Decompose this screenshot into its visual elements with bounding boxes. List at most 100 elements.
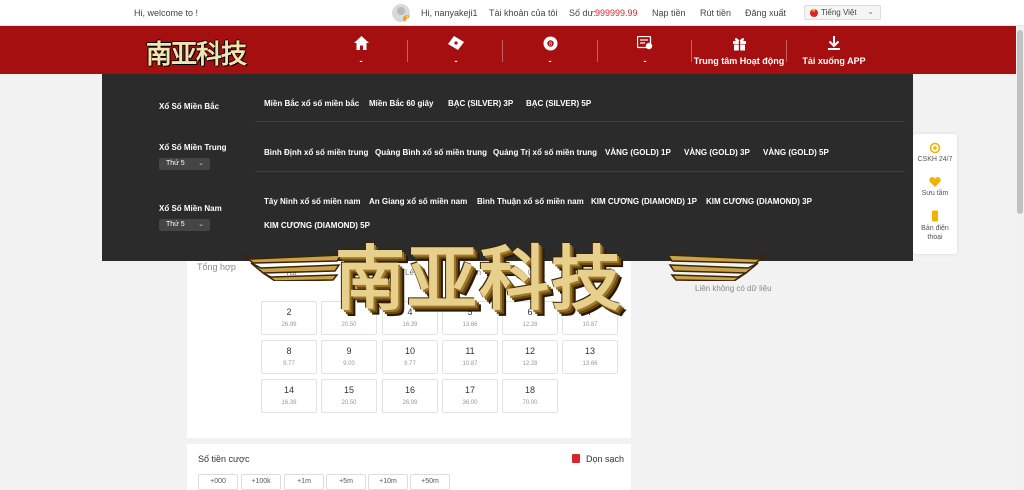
amount-chip[interactable]: +000 — [198, 474, 238, 490]
deposit-link[interactable]: Nạp tiền — [652, 8, 686, 18]
tile-odds: 10.87 — [462, 361, 478, 367]
avatar-badge: 1 — [403, 15, 410, 22]
nav-lottery-card[interactable]: - — [597, 26, 693, 74]
lottery-link[interactable]: VÀNG (GOLD) 5P — [763, 148, 829, 157]
nav-activity-center[interactable]: Trung tâm Hoạt động — [691, 26, 787, 74]
tile-odds: 26.99 — [402, 400, 418, 406]
tile-number: 9 — [346, 346, 352, 356]
weekday-select-label: Thứ 5 — [166, 160, 185, 167]
support-icon — [929, 142, 941, 154]
number-tile[interactable]: 17 36.00 — [442, 379, 498, 413]
lottery-link[interactable]: KIM CƯƠNG (DIAMOND) 3P — [706, 197, 812, 206]
weekday-select-central[interactable]: Thứ 5 ⌄ — [159, 158, 210, 170]
language-select[interactable]: Tiếng Việt ⌄ — [804, 5, 881, 20]
number-tile[interactable]: 15 20.50 — [321, 379, 377, 413]
tile-number: 12 — [524, 346, 535, 356]
nav-home[interactable]: - — [313, 26, 409, 74]
gift-icon — [691, 35, 787, 51]
site-logo[interactable]: 南亚科技 — [142, 32, 250, 70]
region-divider — [255, 121, 905, 122]
tile-odds: 9.77 — [404, 361, 416, 367]
nav-download-app[interactable]: Tải xuống APP — [786, 26, 882, 74]
side-item-favorites[interactable]: Sưu tầm — [913, 176, 957, 197]
nav-ticket-label: - — [454, 56, 458, 66]
tile-odds: 12.28 — [522, 361, 538, 367]
nav-download-app-label: Tải xuống APP — [802, 56, 866, 66]
main-header: 南亚科技 - - 8 - - Trung tâm Hoạt động Tải x… — [0, 26, 1024, 74]
clear-button[interactable]: Dọn sạch — [572, 454, 624, 464]
lottery-card-icon — [597, 35, 693, 51]
nav-ball[interactable]: 8 - — [502, 26, 598, 74]
lottery-link[interactable]: KIM CƯƠNG (DIAMOND) 1P — [591, 197, 697, 206]
number-tile[interactable]: 13 13.66 — [562, 340, 618, 374]
amount-chip[interactable]: +1m — [284, 474, 324, 490]
user-greeting[interactable]: Hi, nanyakeji1 — [421, 8, 478, 18]
left-wing-icon — [241, 252, 341, 281]
lottery-link[interactable]: Tây Ninh xổ số miền nam — [264, 197, 360, 206]
amount-chip[interactable]: +5m — [326, 474, 366, 490]
side-item-support[interactable]: CSKH 24/7 — [913, 142, 957, 163]
lottery-link[interactable]: BẠC (SILVER) 3P — [448, 99, 513, 108]
logout-link[interactable]: Đăng xuất — [745, 8, 786, 18]
vietnam-flag-icon — [810, 7, 818, 17]
welcome-text: Hi, welcome to ! — [134, 8, 199, 18]
balance-value: 999999.99 — [595, 8, 638, 18]
region-title-north: Xổ Số Miền Bắc — [159, 102, 220, 111]
number-tile[interactable]: 14 16.39 — [261, 379, 317, 413]
number-tile[interactable]: 9 9.00 — [321, 340, 377, 374]
side-float-menu: CSKH 24/7 Sưu tầm Bản điện thoại — [913, 134, 957, 254]
number-tile[interactable]: 11 10.87 — [442, 340, 498, 374]
weekday-select-label: Thứ 5 — [166, 221, 185, 228]
tile-number: 8 — [286, 346, 292, 356]
lottery-link[interactable]: Bình Định xổ số miền trung — [264, 148, 368, 157]
number-tile[interactable]: 12 12.28 — [502, 340, 558, 374]
tile-odds: 70.00 — [522, 400, 538, 406]
account-link[interactable]: Tài khoản của tôi — [489, 8, 558, 18]
svg-text:8: 8 — [549, 41, 552, 47]
tile-odds: 16.39 — [281, 400, 297, 406]
lottery-link[interactable]: VÀNG (GOLD) 1P — [605, 148, 671, 157]
side-item-mobile[interactable]: Bản điện thoại — [913, 210, 957, 242]
tile-number: 18 — [524, 385, 535, 395]
lottery-link[interactable]: An Giang xổ số miền nam — [369, 197, 467, 206]
sum-tab[interactable]: Tổng hợp — [197, 262, 236, 272]
side-item-label: Bản điện thoại — [921, 225, 949, 241]
lottery-link[interactable]: VÀNG (GOLD) 3P — [684, 148, 750, 157]
tile-odds: 9.00 — [343, 361, 355, 367]
tile-odds: 36.00 — [462, 400, 478, 406]
number-tile[interactable]: 16 26.99 — [382, 379, 438, 413]
language-label: Tiếng Việt — [821, 8, 857, 17]
number-tile[interactable]: 8 9.77 — [261, 340, 317, 374]
weekday-select-south[interactable]: Thứ 5 ⌄ — [159, 219, 210, 231]
trash-icon — [572, 454, 580, 463]
nav-ticket[interactable]: - — [408, 26, 504, 74]
tile-odds: 13.66 — [582, 361, 598, 367]
chevron-down-icon: ⌄ — [198, 160, 204, 167]
avatar[interactable]: 1 — [392, 4, 410, 22]
lottery-link[interactable]: Miền Bắc xổ số miền bắc — [264, 99, 359, 108]
lottery-link[interactable]: BẠC (SILVER) 5P — [526, 99, 591, 108]
withdraw-link[interactable]: Rút tiền — [700, 8, 731, 18]
right-wing-icon — [668, 252, 768, 281]
logo-text: 南亚科技 — [146, 40, 247, 70]
number-tile[interactable]: 18 70.00 — [502, 379, 558, 413]
ball-icon: 8 — [502, 35, 598, 51]
lottery-link[interactable]: Miền Bắc 60 giây — [369, 99, 433, 108]
lottery-link[interactable]: Quảng Bình xổ số miền trung — [375, 148, 487, 157]
amount-chip[interactable]: +100k — [241, 474, 281, 490]
download-icon — [786, 35, 882, 51]
amount-chip[interactable]: +10m — [368, 474, 408, 490]
number-tile[interactable]: 10 9.77 — [382, 340, 438, 374]
amount-chip[interactable]: +50m — [410, 474, 450, 490]
heart-icon — [929, 177, 941, 187]
region-divider — [255, 171, 905, 172]
lottery-link[interactable]: Bình Thuận xổ số miền nam — [477, 197, 584, 206]
tile-number: 15 — [343, 385, 354, 395]
lottery-link[interactable]: Quảng Trị xổ số miền trung — [493, 148, 597, 157]
tile-odds: 26.99 — [281, 322, 297, 328]
clear-label: Dọn sạch — [586, 454, 625, 464]
home-icon — [313, 35, 409, 51]
tile-number: 17 — [464, 385, 475, 395]
scrollbar-thumb[interactable] — [1017, 30, 1023, 214]
top-bar: Hi, welcome to ! 1 Hi, nanyakeji1 Tài kh… — [0, 0, 1024, 26]
